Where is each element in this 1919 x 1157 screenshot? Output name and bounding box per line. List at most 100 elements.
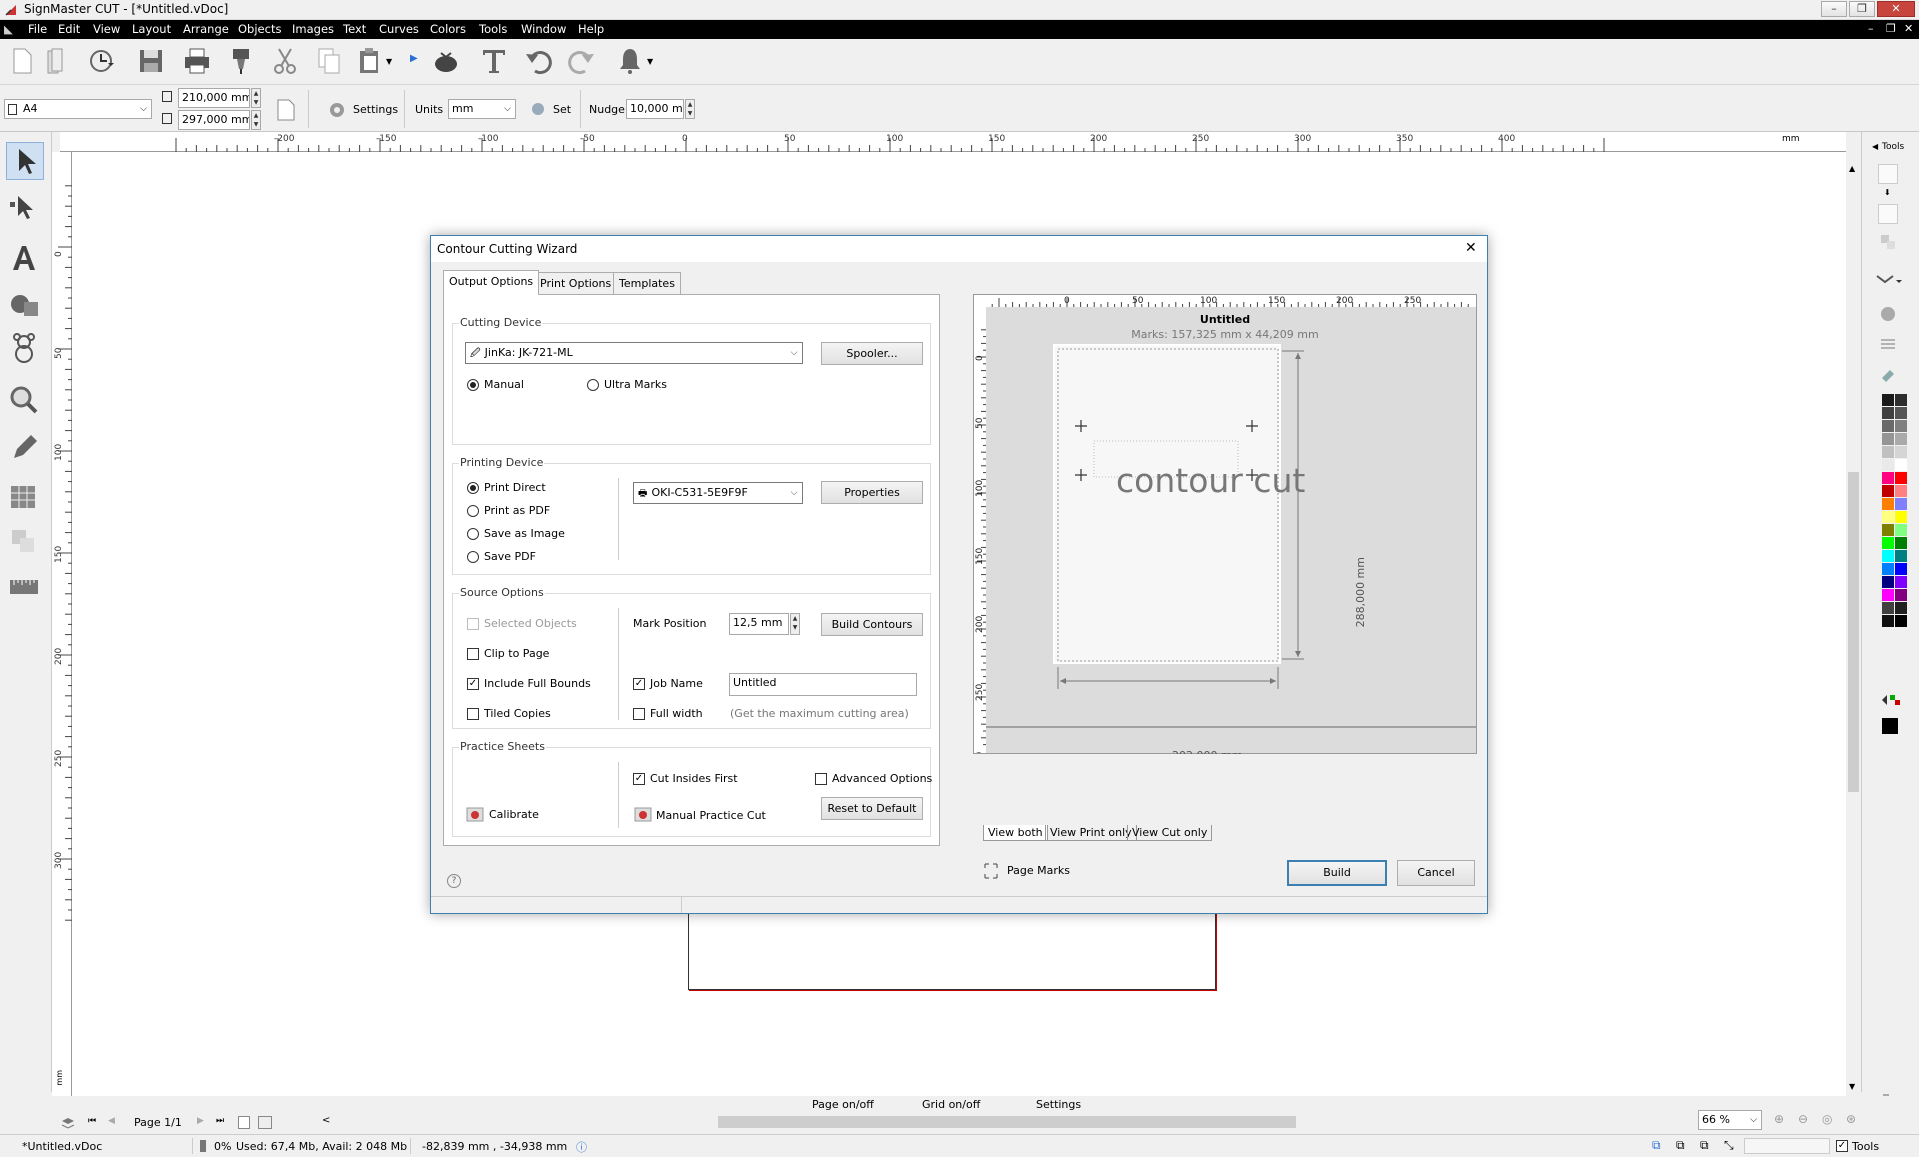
- settings-gear-icon[interactable]: [326, 98, 348, 122]
- menu-tools[interactable]: Tools: [479, 22, 507, 36]
- snap-objects-icon[interactable]: ⧉: [1676, 1138, 1685, 1153]
- layers-icon[interactable]: [60, 1116, 76, 1130]
- color-swatch[interactable]: [1895, 576, 1907, 588]
- menu-arrange[interactable]: Arrange: [183, 22, 229, 36]
- circle-icon[interactable]: [1878, 304, 1898, 324]
- page-size-select[interactable]: A4 ⌵: [4, 99, 152, 119]
- color-swatch[interactable]: [1882, 446, 1894, 458]
- job-name-checkbox[interactable]: ✓: [633, 678, 645, 690]
- print-direct-radio[interactable]: [467, 482, 479, 494]
- nudge-spinner[interactable]: ▲ ▼: [685, 99, 695, 119]
- fill-tool-icon[interactable]: [1874, 272, 1902, 290]
- tiled-copies-checkbox[interactable]: [467, 708, 479, 720]
- color-swatch[interactable]: [1882, 524, 1894, 536]
- cutting-device-select[interactable]: 🖉 JinKa: JK-721-ML ⌵: [465, 342, 803, 364]
- color-swatch[interactable]: [1882, 589, 1894, 601]
- color-swatch[interactable]: [1882, 537, 1894, 549]
- scroll-down-icon[interactable]: ▼: [1849, 1082, 1855, 1091]
- color-swatch[interactable]: [1895, 563, 1907, 575]
- prev-page-icon[interactable]: ◀: [108, 1116, 115, 1126]
- tab-print-options[interactable]: Print Options: [534, 272, 618, 294]
- reset-to-default-button[interactable]: Reset to Default: [821, 797, 923, 820]
- lines-icon[interactable]: [1878, 334, 1898, 354]
- tool-slot[interactable]: [1878, 164, 1898, 184]
- mark-position-spinner[interactable]: ▲ ▼: [790, 613, 800, 635]
- dropdown-arrow-icon[interactable]: ⬇: [1884, 188, 1891, 197]
- text-tool[interactable]: [6, 240, 44, 278]
- practice-cut-icon[interactable]: [633, 804, 653, 824]
- vertical-ruler[interactable]: 0 50 100 150 200 250 300 mm: [52, 152, 72, 1096]
- node-edit-tool[interactable]: [6, 188, 44, 226]
- calibrate-icon[interactable]: [465, 804, 485, 824]
- ultra-marks-radio[interactable]: [587, 379, 599, 391]
- page-width-input[interactable]: 210,000 mm: [178, 88, 250, 108]
- zoom-tool[interactable]: [6, 382, 44, 420]
- clipart-icon[interactable]: [430, 45, 462, 77]
- tab-output-options[interactable]: Output Options: [443, 270, 540, 295]
- text-tool-icon[interactable]: [478, 45, 510, 77]
- page-height-input[interactable]: 297,000 mm: [178, 110, 250, 130]
- mdi-minimize-button[interactable]: –: [1868, 22, 1874, 35]
- calibrate-button[interactable]: Calibrate: [489, 808, 539, 821]
- print-as-pdf-radio[interactable]: [467, 505, 479, 517]
- menu-window[interactable]: Window: [521, 22, 566, 36]
- tab-view-print-only[interactable]: View Print only: [1045, 825, 1137, 841]
- color-swatch[interactable]: [1895, 394, 1907, 406]
- pen-tool[interactable]: [6, 430, 44, 468]
- color-swatch[interactable]: [1895, 407, 1907, 419]
- color-swatch[interactable]: [1882, 576, 1894, 588]
- menu-file[interactable]: File: [28, 22, 47, 36]
- printer-select[interactable]: 🖶 OKI-C531-5E9F9F ⌵: [633, 482, 803, 504]
- help-icon[interactable]: ?: [447, 874, 461, 888]
- menu-curves[interactable]: Curves: [379, 22, 419, 36]
- new-document-icon[interactable]: [6, 45, 38, 77]
- color-swatch[interactable]: [1882, 420, 1894, 432]
- guides-icon[interactable]: ⤡: [1724, 1138, 1734, 1153]
- include-full-bounds-checkbox[interactable]: ✓: [467, 678, 479, 690]
- print-icon[interactable]: [181, 45, 213, 77]
- current-color-swatch[interactable]: [1882, 718, 1898, 734]
- tab-templates[interactable]: Templates: [613, 272, 681, 294]
- scroll-up-icon[interactable]: ▲: [1849, 164, 1855, 173]
- properties-button[interactable]: Properties: [821, 481, 923, 504]
- menu-objects[interactable]: Objects: [238, 22, 281, 36]
- zoom-in-icon[interactable]: ⊕: [1774, 1112, 1784, 1126]
- units-select[interactable]: mm ⌵: [448, 99, 516, 119]
- dialog-close-icon[interactable]: ✕: [1465, 240, 1477, 256]
- menu-view[interactable]: View: [93, 22, 120, 36]
- color-swatch[interactable]: [1895, 433, 1907, 445]
- job-name-input[interactable]: Untitled: [729, 673, 917, 696]
- color-swatch[interactable]: [1882, 563, 1894, 575]
- menu-colors[interactable]: Colors: [430, 22, 466, 36]
- zoom-out-icon[interactable]: ⊖: [1798, 1112, 1808, 1126]
- undo-icon[interactable]: [523, 45, 555, 77]
- orientation-icon[interactable]: [276, 98, 296, 122]
- select-tool[interactable]: [6, 142, 44, 180]
- menu-text[interactable]: Text: [343, 22, 366, 36]
- color-swatch[interactable]: [1882, 602, 1894, 614]
- width-spinner[interactable]: ▲ ▼: [251, 88, 261, 108]
- tab-view-cut-only[interactable]: View Cut only: [1127, 825, 1213, 841]
- color-swatch[interactable]: [1882, 615, 1894, 627]
- cut-icon[interactable]: [269, 45, 301, 77]
- color-swatch[interactable]: [1895, 446, 1907, 458]
- measure-tool[interactable]: [6, 570, 44, 608]
- menu-help[interactable]: Help: [578, 22, 604, 36]
- manual-radio[interactable]: [467, 379, 479, 391]
- tools-checkbox[interactable]: ✓: [1836, 1140, 1848, 1152]
- mdi-close-button[interactable]: ✕: [1904, 22, 1913, 35]
- color-swatch[interactable]: [1895, 472, 1907, 484]
- page-onoff-button[interactable]: Page on/off: [812, 1098, 874, 1111]
- bell-dropdown-icon[interactable]: ▼: [647, 57, 653, 66]
- grid-onoff-button[interactable]: Grid on/off: [922, 1098, 980, 1111]
- manual-practice-cut-button[interactable]: Manual Practice Cut: [656, 809, 766, 822]
- settings-button[interactable]: Settings: [353, 103, 398, 116]
- page-marks-icon[interactable]: [983, 862, 999, 880]
- contour-tool[interactable]: [6, 478, 44, 516]
- color-swatch[interactable]: [1882, 485, 1894, 497]
- color-swatch[interactable]: [1895, 550, 1907, 562]
- color-swatch[interactable]: [1882, 459, 1894, 471]
- weld-tool[interactable]: [6, 524, 44, 562]
- color-swatch[interactable]: [1895, 589, 1907, 601]
- color-swatch[interactable]: [1895, 537, 1907, 549]
